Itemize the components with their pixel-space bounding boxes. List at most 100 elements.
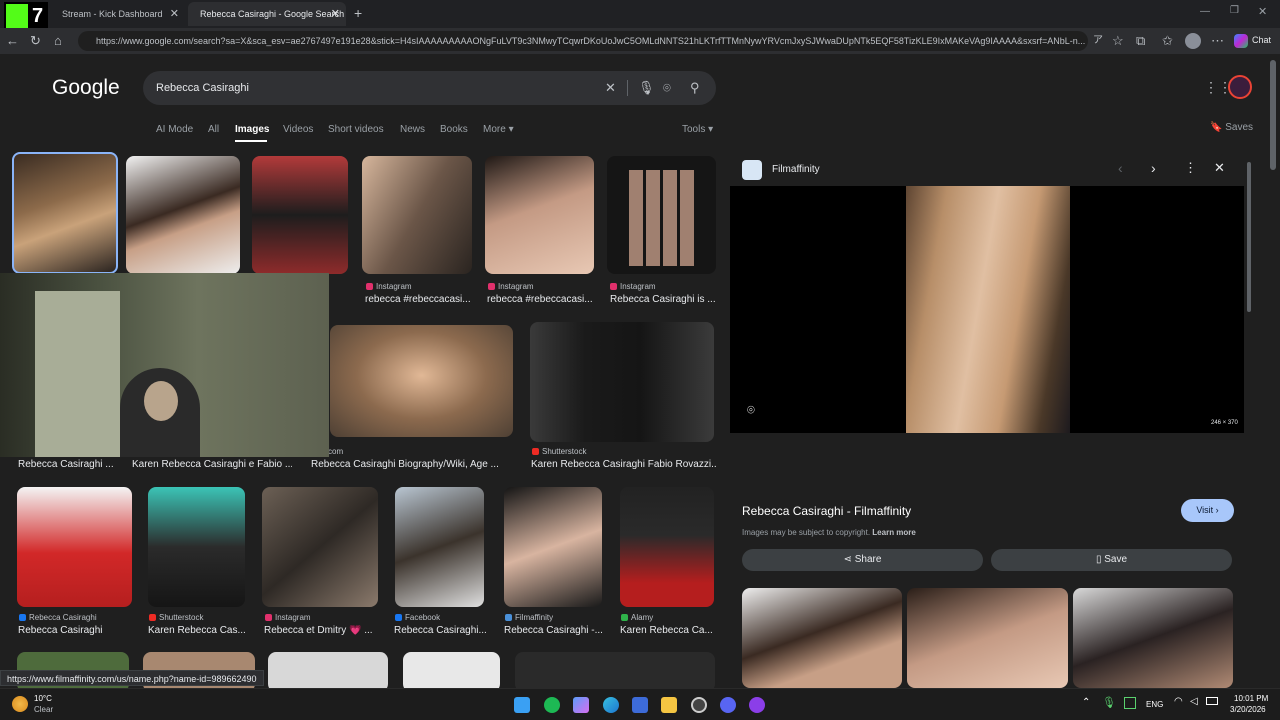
- weather-temp[interactable]: 10°C: [34, 694, 52, 703]
- next-icon[interactable]: ›: [1151, 160, 1156, 176]
- language-indicator[interactable]: ENG: [1146, 700, 1163, 709]
- image-result[interactable]: [262, 487, 378, 607]
- extensions-icon[interactable]: ⧉: [1136, 33, 1145, 49]
- result-caption[interactable]: Rebecca Casiraghi Biography/Wiki, Age ..…: [311, 459, 516, 470]
- image-result[interactable]: [504, 487, 602, 607]
- nav-short-videos[interactable]: Short videos: [328, 124, 384, 135]
- close-tab-icon[interactable]: ✕: [331, 2, 340, 26]
- result-caption[interactable]: Karen Rebecca Ca...: [620, 625, 715, 636]
- nav-more[interactable]: More ▾: [483, 124, 514, 135]
- related-image[interactable]: [742, 588, 902, 688]
- image-result[interactable]: [530, 322, 714, 442]
- nav-books[interactable]: Books: [440, 124, 468, 135]
- save-button[interactable]: ▯ Save: [991, 549, 1232, 571]
- url-field[interactable]: https://www.google.com/search?sa=X&sca_e…: [78, 31, 1088, 51]
- panel-title[interactable]: Rebecca Casiraghi - Filmaffinity: [742, 504, 911, 518]
- share-button[interactable]: ⋖ Share: [742, 549, 983, 571]
- previous-icon[interactable]: ‹: [1118, 160, 1123, 176]
- panel-source[interactable]: Filmaffinity: [772, 164, 820, 175]
- discord-icon[interactable]: [720, 697, 736, 713]
- clock-time[interactable]: 10:01 PM: [1234, 694, 1268, 703]
- back-icon[interactable]: ←: [6, 33, 19, 49]
- image-result[interactable]: [395, 487, 484, 607]
- image-result[interactable]: [620, 487, 714, 607]
- google-logo[interactable]: Google: [52, 76, 120, 100]
- image-result[interactable]: [126, 156, 240, 274]
- account-avatar[interactable]: [1228, 75, 1252, 99]
- chat-label[interactable]: Chat: [1252, 35, 1271, 45]
- profile-avatar[interactable]: [1185, 33, 1201, 49]
- favorite-icon[interactable]: ☆: [1112, 33, 1124, 49]
- spotify-icon[interactable]: [544, 697, 560, 713]
- preview-image[interactable]: [906, 186, 1070, 433]
- result-caption[interactable]: rebecca #rebeccacasi...: [487, 294, 597, 305]
- search-box[interactable]: Rebecca Casiraghi ✕ 🎙 ⌾ ⚲: [143, 71, 716, 105]
- weather-icon[interactable]: [12, 696, 28, 712]
- voice-search-icon[interactable]: 🎙: [638, 80, 655, 96]
- nav-ai-mode[interactable]: AI Mode: [156, 124, 193, 135]
- more-options-icon[interactable]: ⋮: [1184, 160, 1197, 176]
- obs-icon[interactable]: [691, 697, 707, 713]
- image-result[interactable]: [252, 156, 348, 274]
- translate-icon[interactable]: ア: [1093, 33, 1103, 49]
- visit-button[interactable]: Visit ›: [1181, 499, 1234, 522]
- nav-videos[interactable]: Videos: [283, 124, 313, 135]
- nav-news[interactable]: News: [400, 124, 425, 135]
- saves-button[interactable]: 🔖 Saves: [1210, 122, 1253, 133]
- tab-google-search[interactable]: Rebecca Casiraghi - Google Search ✕: [188, 2, 346, 26]
- result-caption[interactable]: Rebecca Casiraghi -...: [504, 625, 604, 636]
- image-result[interactable]: [148, 487, 245, 607]
- image-result[interactable]: [403, 652, 500, 688]
- file-explorer-icon[interactable]: [661, 697, 677, 713]
- start-icon[interactable]: [514, 697, 530, 713]
- new-tab-icon[interactable]: +: [354, 5, 362, 21]
- nav-images[interactable]: Images: [235, 124, 269, 135]
- page-scrollbar[interactable]: [1270, 60, 1276, 170]
- image-result[interactable]: [485, 156, 594, 274]
- result-caption[interactable]: Rebecca et Dmitry 💗 ...: [264, 625, 384, 636]
- image-result[interactable]: [12, 152, 118, 274]
- close-panel-icon[interactable]: ✕: [1214, 160, 1225, 176]
- related-image[interactable]: [907, 588, 1068, 688]
- image-result[interactable]: [607, 156, 716, 274]
- tray-overflow-icon[interactable]: ⌃: [1082, 697, 1090, 708]
- reload-icon[interactable]: ↻: [30, 33, 41, 49]
- clock-date[interactable]: 3/20/2026: [1230, 705, 1266, 714]
- image-result[interactable]: [268, 652, 388, 688]
- clear-icon[interactable]: ✕: [605, 80, 616, 96]
- search-input[interactable]: Rebecca Casiraghi: [156, 71, 249, 105]
- wifi-icon[interactable]: ◠: [1174, 696, 1183, 707]
- tray-app-icon[interactable]: [1124, 697, 1136, 709]
- related-image[interactable]: [1073, 588, 1233, 688]
- copilot-icon[interactable]: [1234, 34, 1248, 48]
- image-result[interactable]: [515, 652, 715, 688]
- result-caption[interactable]: Karen Rebecca Casiraghi Fabio Rovazzi...: [531, 459, 716, 470]
- tools-button[interactable]: Tools ▾: [682, 124, 713, 135]
- panel-scrollbar[interactable]: [1247, 162, 1251, 312]
- tab-kick-dashboard[interactable]: Stream - Kick Dashboard ✕: [50, 2, 185, 26]
- result-caption[interactable]: Rebecca Casiraghi is ...: [610, 294, 720, 305]
- mic-icon[interactable]: 🎙: [1102, 696, 1116, 709]
- app-icon[interactable]: [749, 697, 765, 713]
- edge-icon[interactable]: [603, 697, 619, 713]
- image-result[interactable]: [362, 156, 472, 274]
- close-tab-icon[interactable]: ✕: [170, 2, 179, 26]
- search-icon[interactable]: ⚲: [690, 80, 700, 96]
- more-icon[interactable]: ⋯: [1211, 33, 1224, 49]
- image-result[interactable]: [330, 325, 513, 437]
- maximize-icon[interactable]: ❐: [1230, 5, 1239, 16]
- minimize-icon[interactable]: —: [1200, 6, 1210, 17]
- lens-search-icon[interactable]: ⌾: [747, 402, 755, 418]
- volume-icon[interactable]: ◁: [1190, 696, 1198, 707]
- favorites-icon[interactable]: ✩: [1162, 33, 1173, 49]
- result-caption[interactable]: Karen Rebecca Casiraghi e Fabio ...: [132, 459, 292, 470]
- nav-all[interactable]: All: [208, 124, 219, 135]
- result-caption[interactable]: Rebecca Casiraghi: [18, 625, 138, 636]
- home-icon[interactable]: ⌂: [54, 33, 62, 49]
- learn-more-link[interactable]: Learn more: [872, 528, 916, 537]
- store-icon[interactable]: [632, 697, 648, 713]
- result-caption[interactable]: Rebecca Casiraghi...: [394, 625, 486, 636]
- result-caption[interactable]: Karen Rebecca Cas...: [148, 625, 248, 636]
- app-icon[interactable]: [573, 697, 589, 713]
- result-caption[interactable]: rebecca #rebeccacasi...: [365, 294, 475, 305]
